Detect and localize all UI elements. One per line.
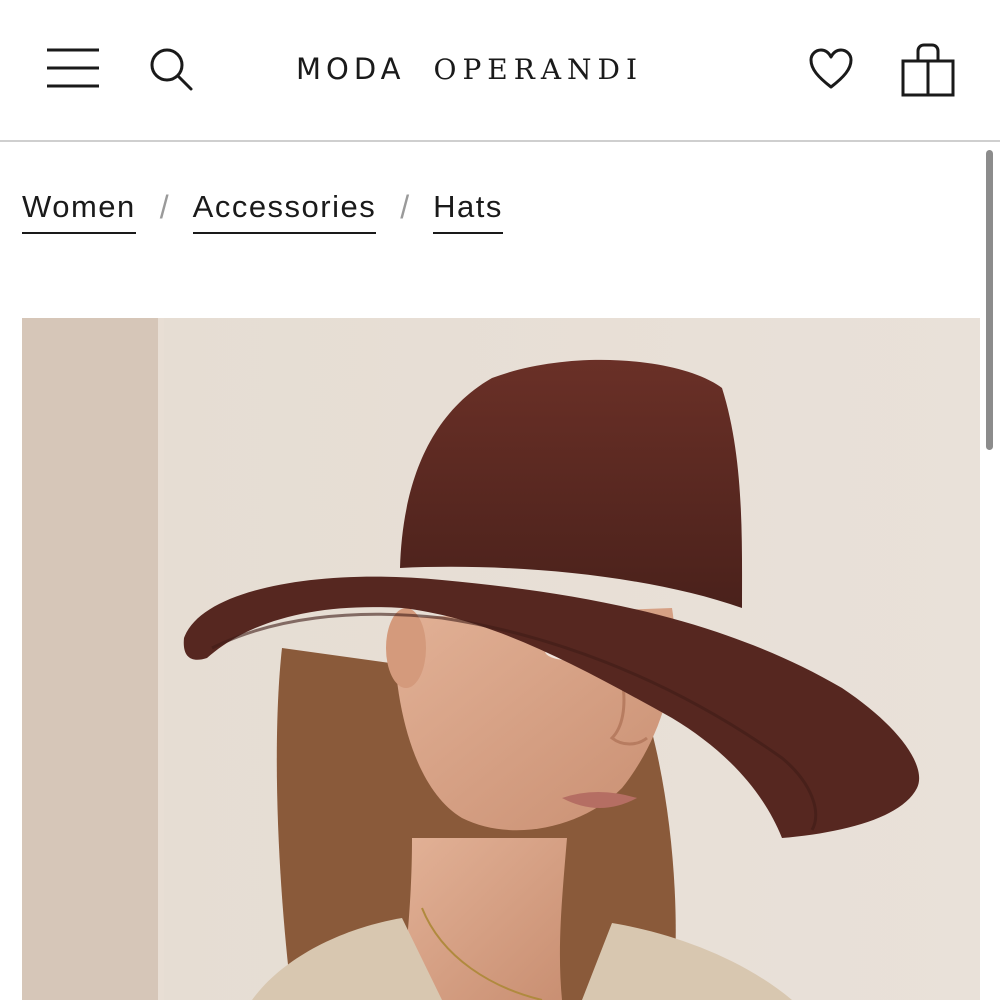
search-icon (150, 48, 193, 91)
product-photo-illustration (22, 318, 980, 1000)
shopping-bag-icon (901, 43, 955, 97)
logo-moda-text: MODA (296, 52, 406, 86)
breadcrumb-women[interactable]: Women (22, 188, 136, 234)
search-button[interactable] (146, 44, 196, 94)
breadcrumb-separator: / (159, 189, 169, 225)
breadcrumb: Women / Accessories / Hats (22, 188, 503, 240)
menu-icon (47, 48, 99, 88)
product-page: MODA OPERANDI Women / Accessories / Hats (0, 0, 1000, 1000)
breadcrumb-separator: / (400, 189, 410, 225)
site-header: MODA OPERANDI (0, 0, 1000, 142)
breadcrumb-accessories[interactable]: Accessories (192, 188, 377, 234)
site-logo[interactable]: MODA OPERANDI (296, 46, 716, 92)
wishlist-button[interactable] (806, 44, 856, 94)
page-scrollbar[interactable] (986, 150, 993, 450)
product-image[interactable] (22, 318, 980, 1000)
shopping-bag-button[interactable] (898, 40, 958, 100)
menu-button[interactable] (44, 44, 102, 92)
breadcrumb-hats[interactable]: Hats (433, 188, 503, 234)
heart-icon (809, 48, 853, 89)
logo-operandi-text: OPERANDI (433, 52, 644, 86)
